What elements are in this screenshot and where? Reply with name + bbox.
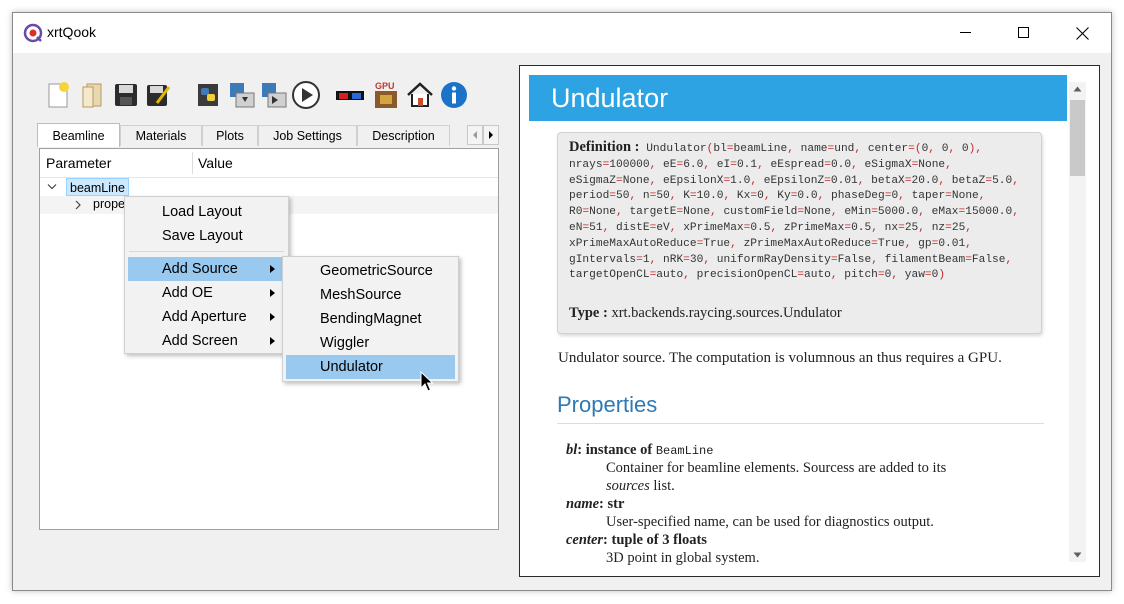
- type-line: Type : xrt.backends.raycing.sources.Undu…: [569, 305, 842, 322]
- scroll-down-icon[interactable]: [1073, 552, 1082, 558]
- save-as-button[interactable]: [143, 79, 173, 111]
- menu-item-bending-magnet[interactable]: BendingMagnet: [286, 307, 455, 331]
- tab-materials[interactable]: Materials: [120, 125, 202, 146]
- header-divider: [192, 152, 193, 174]
- tab-job-settings[interactable]: Job Settings: [258, 125, 357, 146]
- glasses-3d-button[interactable]: [335, 79, 365, 111]
- menu-item-add-source[interactable]: Add Source: [128, 257, 285, 281]
- title-bar: xrtQook: [13, 13, 1111, 53]
- doc-title-banner: Undulator: [529, 75, 1067, 121]
- home-icon: [407, 82, 433, 107]
- gpu-button[interactable]: GPU: [371, 79, 401, 111]
- doc-title: Undulator: [551, 82, 669, 113]
- scrollbar-thumb[interactable]: [1070, 100, 1085, 176]
- close-button[interactable]: [1053, 13, 1111, 53]
- run-icon: [292, 81, 320, 109]
- python-script-button[interactable]: [193, 79, 223, 111]
- menu-item-add-screen[interactable]: Add Screen: [128, 329, 285, 353]
- definition-signature: Definition : Undulator(bl=beamLine, name…: [569, 139, 1033, 284]
- tree-item-properties[interactable]: prope: [93, 197, 125, 211]
- definition-label: Definition :: [569, 139, 640, 155]
- tab-description[interactable]: Description: [357, 125, 450, 146]
- menu-item-mesh-source[interactable]: MeshSource: [286, 283, 455, 307]
- new-layout-button[interactable]: [43, 79, 73, 111]
- info-button[interactable]: [439, 79, 469, 111]
- prop-name-desc: User-specified name, can be used for dia…: [606, 514, 934, 530]
- prop-bl-desc: Container for beamline elements. Sources…: [606, 460, 947, 476]
- window-title: xrtQook: [47, 24, 97, 40]
- info-icon: [441, 82, 467, 108]
- type-label: Type :: [569, 305, 608, 322]
- tree-row-beamline[interactable]: beamLine: [40, 178, 498, 196]
- xrt-app-icon: [23, 23, 43, 43]
- save-layout-icon: [115, 84, 137, 106]
- save-as-icon: [147, 85, 171, 106]
- tab-beamline[interactable]: Beamline: [37, 123, 120, 147]
- menu-item-wiggler[interactable]: Wiggler: [286, 331, 455, 355]
- svg-text:GPU: GPU: [375, 81, 395, 91]
- properties-divider: [557, 423, 1044, 424]
- add-source-submenu: GeometricSource MeshSource BendingMagnet…: [282, 256, 459, 382]
- menu-item-load-layout[interactable]: Load Layout: [128, 200, 285, 224]
- prop-center: center: tuple of 3 floats: [566, 532, 707, 548]
- python-script-icon: [198, 84, 218, 106]
- prop-center-desc: 3D point in global system.: [606, 550, 760, 566]
- mouse-cursor-icon: [420, 371, 434, 392]
- chevron-right-icon: [489, 131, 493, 139]
- header-value[interactable]: Value: [198, 155, 233, 171]
- minimize-button[interactable]: [937, 13, 995, 53]
- menu-item-add-aperture[interactable]: Add Aperture: [128, 305, 285, 329]
- menu-separator: [129, 251, 284, 252]
- tab-bar: Beamline Materials Plots Job Settings De…: [37, 123, 503, 147]
- prop-name: name: str: [566, 496, 625, 512]
- chevron-left-icon: [473, 131, 477, 139]
- type-value: xrt.backends.raycing.sources.Undulator: [611, 305, 842, 322]
- menu-item-add-oe[interactable]: Add OE: [128, 281, 285, 305]
- glasses-3d-icon: [336, 91, 364, 100]
- main-window: xrtQook GPU Beamline Materials Plots Job…: [12, 12, 1112, 591]
- load-layout-button[interactable]: [77, 79, 107, 111]
- tab-scroll-right-button[interactable]: [483, 125, 499, 145]
- run-script-button[interactable]: [259, 79, 289, 111]
- context-menu: Load Layout Save Layout Add Source Add O…: [124, 196, 289, 354]
- submenu-arrow-icon: [270, 313, 275, 321]
- maximize-button[interactable]: [995, 13, 1053, 53]
- scroll-up-icon[interactable]: [1073, 86, 1082, 92]
- gpu-icon: GPU: [375, 81, 397, 108]
- properties-heading: Properties: [557, 392, 658, 417]
- save-script-button[interactable]: [227, 79, 257, 111]
- load-layout-icon: [82, 83, 102, 108]
- chevron-right-icon[interactable]: [74, 200, 82, 210]
- doc-description: Undulator source. The computation is vol…: [558, 350, 1002, 366]
- tree-header: Parameter Value: [40, 149, 498, 178]
- prop-bl-desc2: sources list.: [606, 478, 675, 494]
- description-panel[interactable]: Undulator Definition : Undulator(bl=beam…: [519, 65, 1100, 577]
- tree-item-beamline[interactable]: beamLine: [66, 178, 129, 196]
- submenu-arrow-icon: [270, 289, 275, 297]
- submenu-arrow-icon: [270, 337, 275, 345]
- prop-bl: bl: instance of BeamLine: [566, 442, 714, 458]
- doc-scrollbar[interactable]: [1069, 82, 1086, 562]
- menu-item-save-layout[interactable]: Save Layout: [128, 224, 285, 248]
- tab-scroll-left-button[interactable]: [467, 125, 483, 145]
- header-parameter[interactable]: Parameter: [46, 155, 111, 171]
- save-script-icon: [230, 83, 255, 108]
- tab-plots[interactable]: Plots: [202, 125, 258, 146]
- menu-item-geometric-source[interactable]: GeometricSource: [286, 259, 455, 283]
- chevron-down-icon[interactable]: [47, 183, 57, 191]
- maximize-icon: [1018, 27, 1029, 38]
- home-button[interactable]: [405, 79, 435, 111]
- signature-text: Undulator(bl=beamLine, name=und, center=…: [569, 143, 1026, 282]
- save-layout-button[interactable]: [111, 79, 141, 111]
- submenu-arrow-icon: [270, 265, 275, 273]
- close-icon: [1075, 26, 1089, 40]
- new-layout-icon: [48, 82, 69, 108]
- run-button[interactable]: [291, 79, 321, 111]
- run-script-icon: [262, 83, 287, 108]
- definition-box: Definition : Undulator(bl=beamLine, name…: [557, 132, 1042, 334]
- minimize-icon: [960, 32, 971, 33]
